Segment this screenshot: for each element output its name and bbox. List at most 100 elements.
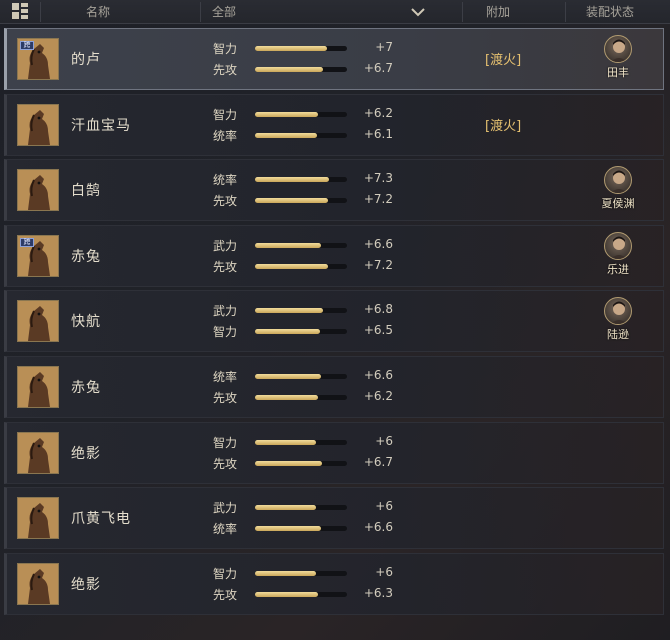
- horse-row[interactable]: 白鹄 统率 +7.3 先攻 +7.2 夏侯渊: [4, 159, 664, 222]
- stat-bar: [255, 570, 347, 576]
- horse-name: 赤兔: [71, 248, 101, 265]
- stat-bar: [255, 46, 347, 51]
- stat-label: 武力: [213, 304, 238, 319]
- attach-skill: [渡火]: [485, 53, 522, 68]
- general-name: 乐进: [607, 262, 629, 276]
- stat-bar-fill: [255, 460, 322, 466]
- stat-bar-fill: [255, 263, 328, 269]
- header-attach[interactable]: 附加: [486, 0, 510, 24]
- horse-portrait-icon: [17, 431, 59, 474]
- stat-label: 先攻: [213, 587, 238, 602]
- stat-line: 武力 +6: [213, 499, 393, 517]
- stat-value: +6: [375, 499, 393, 514]
- horse-row[interactable]: 赤兔 统率 +6.6 先攻 +6.2: [4, 356, 664, 418]
- stat-bar: [255, 526, 347, 532]
- stat-line: 武力 +6.8: [213, 302, 393, 320]
- stat-bar: [255, 198, 347, 204]
- stat-label: 先攻: [213, 456, 238, 471]
- horse-row[interactable]: 跨的卢 智力 +7 先攻 +6.7 [渡火] 田丰: [4, 28, 664, 90]
- stat-label: 统率: [213, 370, 238, 384]
- stat-line: 武力 +6.6: [213, 237, 393, 255]
- stat-value: +6.2: [363, 389, 393, 403]
- stat-bar-fill: [255, 308, 323, 314]
- stat-label: 先攻: [213, 194, 238, 209]
- list-header: 名称 全部 附加 装配状态: [0, 0, 670, 24]
- stat-value: +6.7: [363, 454, 393, 469]
- stat-bar-fill: [255, 395, 318, 400]
- stat-value: +6.1: [363, 126, 393, 141]
- stat-bar: [255, 111, 347, 117]
- stat-bar: [255, 329, 347, 335]
- horse-portrait-icon: 跨: [17, 234, 59, 277]
- stat-bar: [255, 395, 347, 400]
- stat-bar-fill: [255, 67, 323, 72]
- stat-bar: [255, 505, 347, 511]
- stat-line: 智力 +6.5: [213, 323, 393, 341]
- horse-name: 绝影: [71, 445, 101, 462]
- stat-bar: [255, 263, 347, 269]
- stat-label: 智力: [213, 566, 238, 581]
- stat-value: +6.3: [363, 585, 393, 600]
- stat-bar-fill: [255, 505, 316, 511]
- horse-portrait-icon: [17, 103, 59, 146]
- stat-bar: [255, 374, 347, 379]
- stat-line: 先攻 +6.7: [213, 455, 393, 473]
- stat-bar: [255, 460, 347, 466]
- stat-label: 智力: [213, 42, 238, 56]
- stat-line: 先攻 +6.7: [213, 61, 393, 79]
- horse-portrait-icon: [17, 562, 59, 605]
- stat-label: 先攻: [213, 391, 238, 405]
- chevron-down-icon[interactable]: [410, 6, 426, 18]
- stat-line: 智力 +6: [213, 434, 393, 452]
- stat-label: 统率: [213, 173, 238, 188]
- filter-dropdown-label[interactable]: 全部: [212, 0, 236, 24]
- horse-name: 的卢: [71, 52, 101, 68]
- stat-label: 武力: [213, 501, 238, 516]
- horse-name: 爪黄飞电: [71, 511, 131, 528]
- stat-bar: [255, 591, 347, 597]
- stat-value: +7.2: [363, 192, 393, 207]
- stat-line: 先攻 +6.2: [213, 389, 393, 407]
- general-name: 陆逊: [607, 328, 629, 342]
- stat-line: 统率 +6.1: [213, 127, 393, 145]
- stat-line: 智力 +7: [213, 40, 393, 58]
- stat-label: 统率: [213, 128, 238, 143]
- stat-line: 先攻 +6.3: [213, 586, 393, 604]
- horse-portrait-icon: [17, 366, 59, 408]
- horse-row[interactable]: 爪黄飞电 武力 +6 统率 +6.6: [4, 487, 664, 550]
- stat-bar: [255, 308, 347, 314]
- equipped-general[interactable]: 夏侯渊: [593, 166, 643, 211]
- horse-row[interactable]: 汗血宝马 智力 +6.2 统率 +6.1 [渡火]: [4, 93, 664, 156]
- header-name[interactable]: 名称: [86, 0, 110, 24]
- stat-bar-fill: [255, 46, 327, 51]
- stat-bar: [255, 439, 347, 445]
- horse-row[interactable]: 快航 武力 +6.8 智力 +6.5 陆逊: [4, 290, 664, 353]
- general-avatar-icon: [604, 297, 632, 326]
- equipped-general[interactable]: 田丰: [593, 35, 643, 80]
- stat-bar-fill: [255, 591, 318, 597]
- stat-label: 先攻: [213, 259, 238, 274]
- horse-name: 赤兔: [71, 380, 101, 396]
- horse-row[interactable]: 绝影 智力 +6 先攻 +6.7: [4, 421, 664, 484]
- attach-skill: [渡火]: [485, 118, 522, 134]
- stat-value: +7: [375, 40, 393, 54]
- cross-server-badge: 跨: [20, 237, 34, 247]
- horse-row[interactable]: 绝影 智力 +6 先攻 +6.3: [4, 552, 664, 615]
- horse-row[interactable]: 跨赤兔 武力 +6.6 先攻 +7.2 乐进: [4, 224, 664, 287]
- stat-label: 智力: [213, 107, 238, 122]
- horse-name: 白鹄: [71, 183, 101, 200]
- equipped-general[interactable]: 陆逊: [593, 297, 643, 342]
- stat-value: +6.6: [363, 368, 393, 382]
- general-avatar-icon: [604, 231, 632, 260]
- horse-portrait-icon: 跨: [17, 38, 59, 80]
- equipped-general[interactable]: 乐进: [593, 231, 643, 277]
- horse-name: 快航: [71, 314, 101, 331]
- header-equip-status[interactable]: 装配状态: [586, 0, 634, 24]
- stat-line: 智力 +6: [213, 565, 393, 583]
- general-name: 夏侯渊: [601, 197, 635, 211]
- stat-bar-fill: [255, 177, 329, 183]
- stat-line: 先攻 +7.2: [213, 258, 393, 276]
- general-avatar-icon: [604, 166, 632, 195]
- stat-value: +6.7: [363, 61, 393, 75]
- menu-grid-icon[interactable]: [12, 3, 30, 21]
